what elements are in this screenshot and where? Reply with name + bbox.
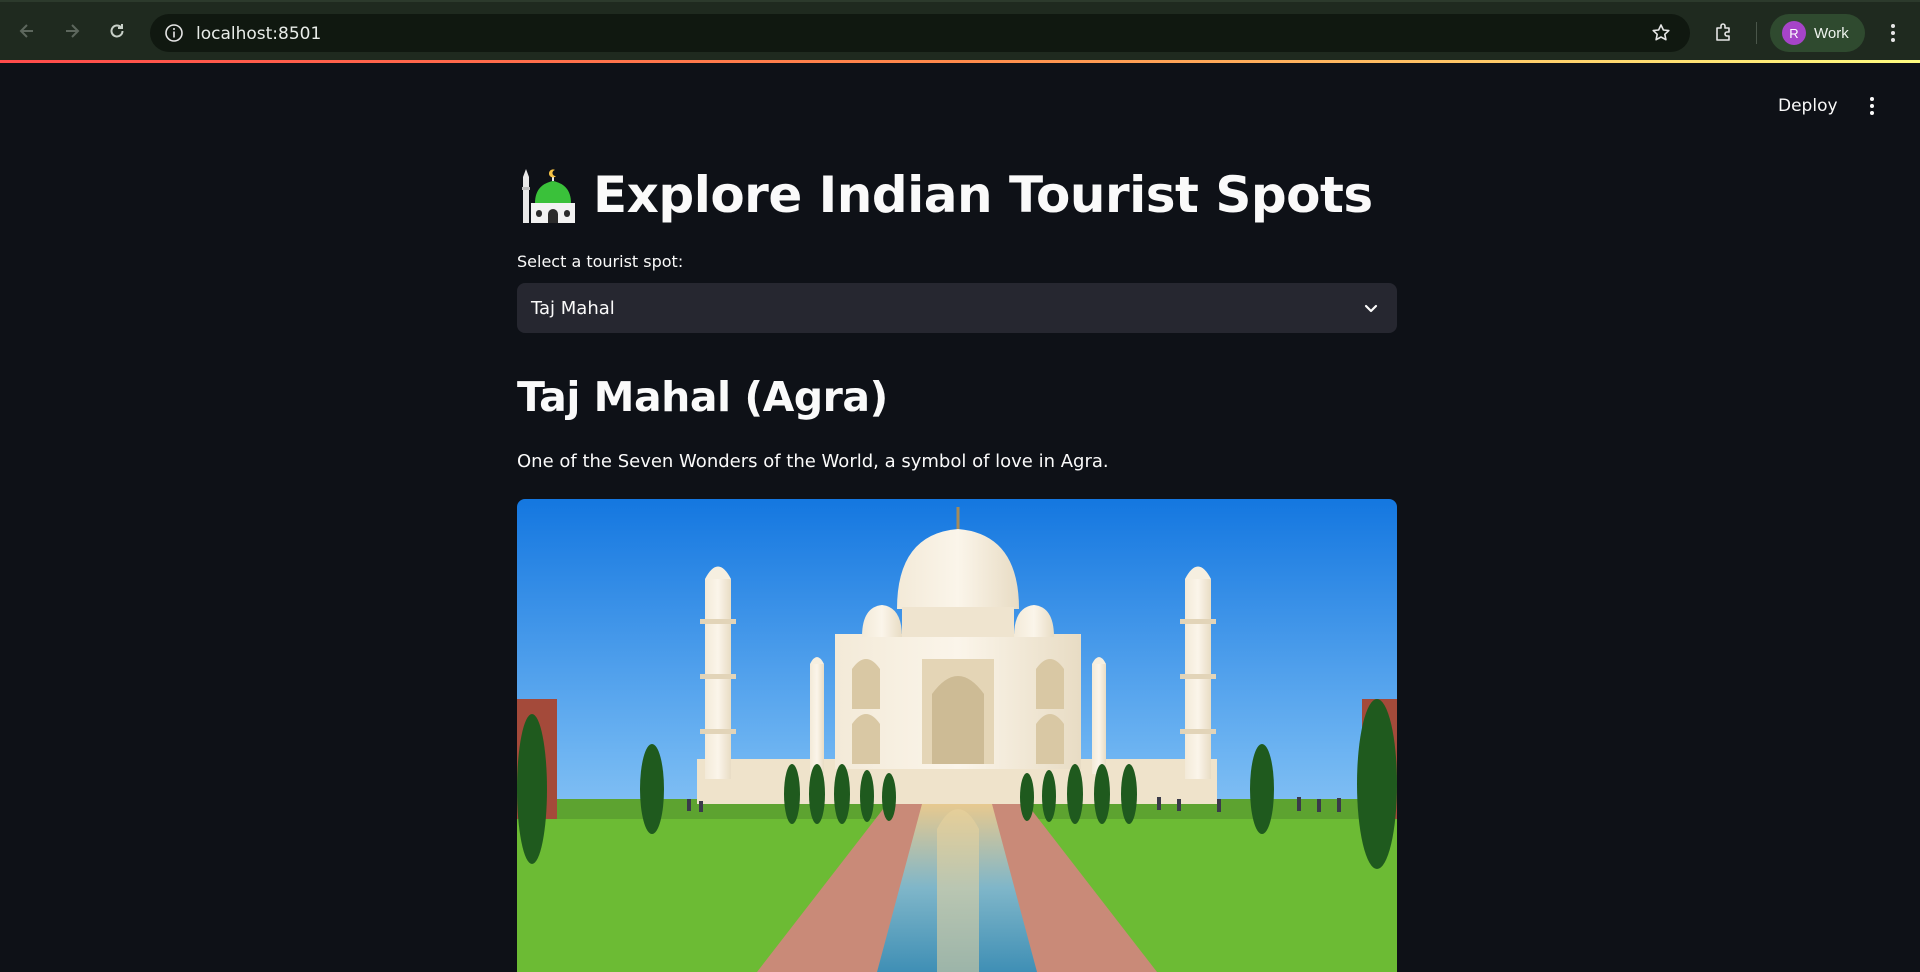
- tourist-spot-select[interactable]: Taj Mahal: [517, 283, 1397, 333]
- spot-description: One of the Seven Wonders of the World, a…: [517, 451, 1109, 472]
- extensions-icon[interactable]: [1710, 18, 1738, 46]
- bookmark-star-icon[interactable]: [1650, 22, 1672, 44]
- browser-menu-icon[interactable]: [1880, 18, 1906, 48]
- url-text[interactable]: localhost:8501: [196, 24, 321, 44]
- select-label: Select a tourist spot:: [517, 252, 684, 271]
- toolbar-divider: [1756, 22, 1757, 44]
- select-value[interactable]: Taj Mahal: [531, 298, 615, 319]
- browser-toolbar: localhost:8501 R Work: [0, 0, 1920, 60]
- mosque-icon: [517, 163, 579, 227]
- avatar: R: [1782, 21, 1806, 45]
- title-text: Explore Indian Tourist Spots: [593, 166, 1373, 224]
- profile-name: Work: [1814, 24, 1849, 42]
- address-bar[interactable]: localhost:8501: [150, 14, 1690, 52]
- deploy-button[interactable]: Deploy: [1770, 90, 1846, 122]
- page-title: Explore Indian Tourist Spots: [517, 160, 1397, 230]
- taj-mahal-photo: [517, 499, 1397, 972]
- back-icon[interactable]: [12, 16, 42, 46]
- app-header: Deploy: [0, 63, 1920, 151]
- forward-icon[interactable]: [57, 16, 87, 46]
- site-info-icon[interactable]: [162, 21, 186, 45]
- profile-button[interactable]: R Work: [1770, 14, 1865, 52]
- spot-heading: Taj Mahal (Agra): [517, 373, 888, 421]
- main-menu-icon[interactable]: [1860, 90, 1884, 122]
- chevron-down-icon[interactable]: [1361, 298, 1381, 318]
- reload-icon[interactable]: [102, 16, 132, 46]
